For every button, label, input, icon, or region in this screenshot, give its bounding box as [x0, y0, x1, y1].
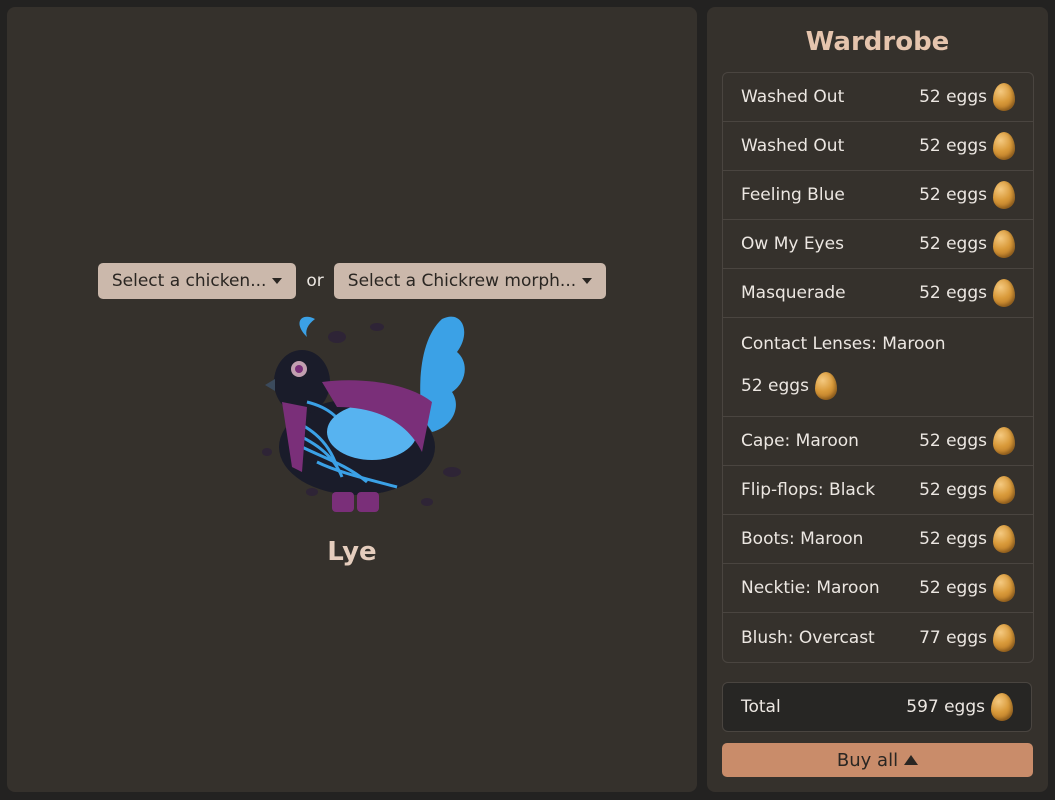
select-chicken-dropdown[interactable]: Select a chicken...	[97, 263, 297, 299]
item-price-text: 52 eggs	[741, 376, 809, 396]
item-price: 52 eggs	[919, 574, 1015, 602]
item-name: Washed Out	[741, 136, 845, 156]
item-price: 52 eggs	[919, 279, 1015, 307]
item-name: Ow My Eyes	[741, 234, 844, 254]
item-name: Necktie: Maroon	[741, 578, 880, 598]
wardrobe-item: Blush: Overcast 77 eggs	[723, 613, 1033, 662]
total-row: Total 597 eggs	[722, 682, 1032, 732]
select-morph-dropdown[interactable]: Select a Chickrew morph...	[333, 263, 607, 299]
egg-icon	[993, 574, 1015, 602]
selector-bar: Select a chicken... or Select a Chickrew…	[7, 263, 697, 299]
item-name: Blush: Overcast	[741, 627, 875, 648]
item-price-text: 77 eggs	[919, 627, 987, 648]
egg-icon	[993, 623, 1015, 652]
item-price-text: 52 eggs	[919, 578, 987, 598]
wardrobe-item: Ow My Eyes 52 eggs	[723, 220, 1033, 269]
wardrobe-item: Washed Out 52 eggs	[723, 73, 1033, 122]
wardrobe-item: Contact Lenses: Maroon 52 eggs	[723, 318, 1033, 417]
item-price: 52 eggs	[919, 83, 1015, 111]
wardrobe-item: Necktie: Maroon 52 eggs	[723, 564, 1033, 613]
item-name: Boots: Maroon	[741, 529, 864, 549]
item-price: 52 eggs	[919, 132, 1015, 160]
chicken-name: Lye	[327, 537, 377, 567]
egg-icon	[993, 132, 1015, 160]
caret-down-icon	[272, 278, 283, 284]
total-label: Total	[741, 697, 781, 717]
item-name: Flip-flops: Black	[741, 480, 876, 500]
item-price-text: 52 eggs	[919, 480, 987, 500]
item-name: Contact Lenses: Maroon	[741, 334, 946, 354]
wardrobe-item: Flip-flops: Black 52 eggs	[723, 466, 1033, 515]
egg-icon	[993, 525, 1015, 553]
item-price-text: 52 eggs	[919, 283, 987, 303]
item-price-text: 52 eggs	[919, 136, 987, 156]
select-morph-label: Select a Chickrew morph...	[347, 271, 577, 291]
egg-icon	[993, 476, 1015, 504]
item-price: 52 eggs	[919, 427, 1015, 455]
item-price: 52 eggs	[741, 372, 837, 400]
select-chicken-label: Select a chicken...	[111, 271, 267, 291]
total-price-text: 597 eggs	[906, 697, 985, 717]
egg-icon	[993, 279, 1015, 307]
wardrobe-item: Cape: Maroon 52 eggs	[723, 417, 1033, 466]
buy-all-button[interactable]: Buy all	[722, 743, 1033, 777]
item-price-text: 52 eggs	[919, 87, 987, 107]
wardrobe-item: Boots: Maroon 52 eggs	[723, 515, 1033, 564]
item-price: 52 eggs	[919, 525, 1015, 553]
or-label: or	[306, 271, 324, 291]
item-name: Feeling Blue	[741, 185, 845, 205]
item-price-text: 52 eggs	[919, 234, 987, 254]
wardrobe-panel: Wardrobe Washed Out 52 eggs Washed Out 5…	[707, 7, 1048, 792]
item-price: 52 eggs	[919, 181, 1015, 209]
item-name: Masquerade	[741, 283, 846, 303]
chicken-illustration	[262, 316, 465, 512]
triangle-up-icon	[904, 755, 919, 765]
egg-icon	[814, 372, 837, 400]
buy-all-label: Buy all	[836, 749, 899, 771]
item-name: Cape: Maroon	[741, 431, 859, 451]
chicken-preview-panel: Select a chicken... or Select a Chickrew…	[7, 7, 697, 792]
item-price: 77 eggs	[919, 623, 1015, 652]
item-name: Washed Out	[741, 87, 845, 107]
egg-icon	[993, 427, 1015, 455]
item-price: 52 eggs	[919, 230, 1015, 258]
egg-icon	[993, 230, 1015, 258]
wardrobe-item: Masquerade 52 eggs	[723, 269, 1033, 318]
egg-icon	[993, 181, 1015, 209]
wardrobe-item: Washed Out 52 eggs	[723, 122, 1033, 171]
wardrobe-item-list: Washed Out 52 eggs Washed Out 52 eggs Fe…	[722, 72, 1034, 663]
wardrobe-item: Feeling Blue 52 eggs	[723, 171, 1033, 220]
item-price-text: 52 eggs	[919, 529, 987, 549]
wardrobe-title: Wardrobe	[805, 27, 950, 57]
egg-icon	[993, 83, 1015, 111]
caret-down-icon	[582, 278, 593, 284]
total-price: 597 eggs	[906, 693, 1013, 721]
egg-icon	[991, 693, 1013, 721]
item-price-text: 52 eggs	[919, 431, 987, 451]
item-price: 52 eggs	[919, 476, 1015, 504]
item-price-text: 52 eggs	[919, 185, 987, 205]
